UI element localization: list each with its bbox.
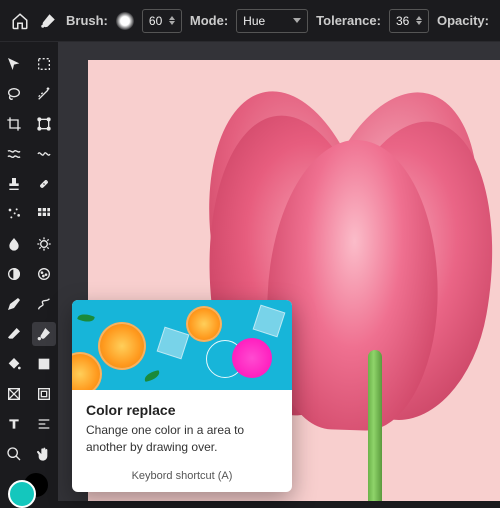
draw-icon <box>36 296 52 312</box>
tool-frame[interactable] <box>32 382 56 406</box>
dodge-icon <box>6 266 22 282</box>
tooltip-title: Color replace <box>86 402 278 418</box>
wand-icon <box>36 86 52 102</box>
heal-icon <box>36 176 52 192</box>
brush-tool-icon[interactable] <box>38 11 58 31</box>
text-icon <box>6 416 22 432</box>
liquify-icon <box>6 146 22 162</box>
tool-align[interactable] <box>32 412 56 436</box>
tolerance-input[interactable]: 36 <box>389 9 429 33</box>
lasso-icon <box>6 86 22 102</box>
tool-dodge[interactable] <box>2 262 26 286</box>
zoom-icon <box>6 446 22 462</box>
pen-icon <box>6 296 22 312</box>
tool-liquify[interactable] <box>2 142 26 166</box>
crop-icon <box>6 116 22 132</box>
color-swatches[interactable] <box>6 478 52 501</box>
tool-lasso[interactable] <box>2 82 26 106</box>
tool-scatter[interactable] <box>2 202 26 226</box>
tool-zoom[interactable] <box>2 442 26 466</box>
tool-marquee[interactable] <box>32 52 56 76</box>
tool-wand[interactable] <box>32 82 56 106</box>
foreground-color[interactable] <box>8 480 36 508</box>
tool-gradient[interactable] <box>32 352 56 376</box>
brush-preview[interactable] <box>116 12 134 30</box>
warp-icon <box>36 146 52 162</box>
mode-label: Mode: <box>190 13 228 28</box>
sponge-icon <box>36 266 52 282</box>
tool-fill[interactable] <box>2 352 26 376</box>
chevron-down-icon <box>293 18 301 23</box>
tool-tooltip: Color replace Change one color in a area… <box>72 300 292 492</box>
marquee-icon <box>36 56 52 72</box>
tool-pen[interactable] <box>2 292 26 316</box>
tool-draw[interactable] <box>32 292 56 316</box>
tooltip-shortcut: Keybord shortcut (A) <box>72 464 292 492</box>
sharpen-icon <box>36 236 52 252</box>
tool-move[interactable] <box>2 52 26 76</box>
home-icon[interactable] <box>10 11 30 31</box>
move-icon <box>6 56 22 72</box>
tolerance-label: Tolerance: <box>316 13 381 28</box>
hand-icon <box>36 446 52 462</box>
tool-transform[interactable] <box>32 112 56 136</box>
color-replace-icon <box>36 326 52 342</box>
mode-select[interactable]: Hue <box>236 9 308 33</box>
image-content <box>368 350 382 501</box>
transform-icon <box>36 116 52 132</box>
fill-icon <box>6 356 22 372</box>
gradient-icon <box>36 356 52 372</box>
tools-panel <box>0 42 58 501</box>
tool-text[interactable] <box>2 412 26 436</box>
tool-pattern[interactable] <box>32 202 56 226</box>
shape-x-icon <box>6 386 22 402</box>
tool-hand[interactable] <box>32 442 56 466</box>
tolerance-value: 36 <box>396 14 412 28</box>
tool-eraser[interactable] <box>2 322 26 346</box>
align-icon <box>36 416 52 432</box>
tool-warp[interactable] <box>32 142 56 166</box>
eraser-icon <box>6 326 22 342</box>
tool-color-replace[interactable] <box>32 322 56 346</box>
tool-shape-x[interactable] <box>2 382 26 406</box>
options-bar: Brush: 60 Mode: Hue Tolerance: 36 Opacit… <box>0 0 500 42</box>
tool-stamp[interactable] <box>2 172 26 196</box>
mode-value: Hue <box>243 14 265 28</box>
tool-blur[interactable] <box>2 232 26 256</box>
tool-crop[interactable] <box>2 112 26 136</box>
brush-size-input[interactable]: 60 <box>142 9 182 33</box>
brush-size-value: 60 <box>149 14 165 28</box>
tool-sharpen[interactable] <box>32 232 56 256</box>
frame-icon <box>36 386 52 402</box>
stepper-icon[interactable] <box>169 16 175 25</box>
scatter-icon <box>6 206 22 222</box>
pattern-icon <box>36 206 52 222</box>
tooltip-preview <box>72 300 292 390</box>
stepper-icon[interactable] <box>416 16 422 25</box>
tooltip-description: Change one color in a area to another by… <box>86 422 278 456</box>
brush-label: Brush: <box>66 13 108 28</box>
tool-heal[interactable] <box>32 172 56 196</box>
opacity-label: Opacity: <box>437 13 489 28</box>
blur-icon <box>6 236 22 252</box>
stamp-icon <box>6 176 22 192</box>
tool-sponge[interactable] <box>32 262 56 286</box>
